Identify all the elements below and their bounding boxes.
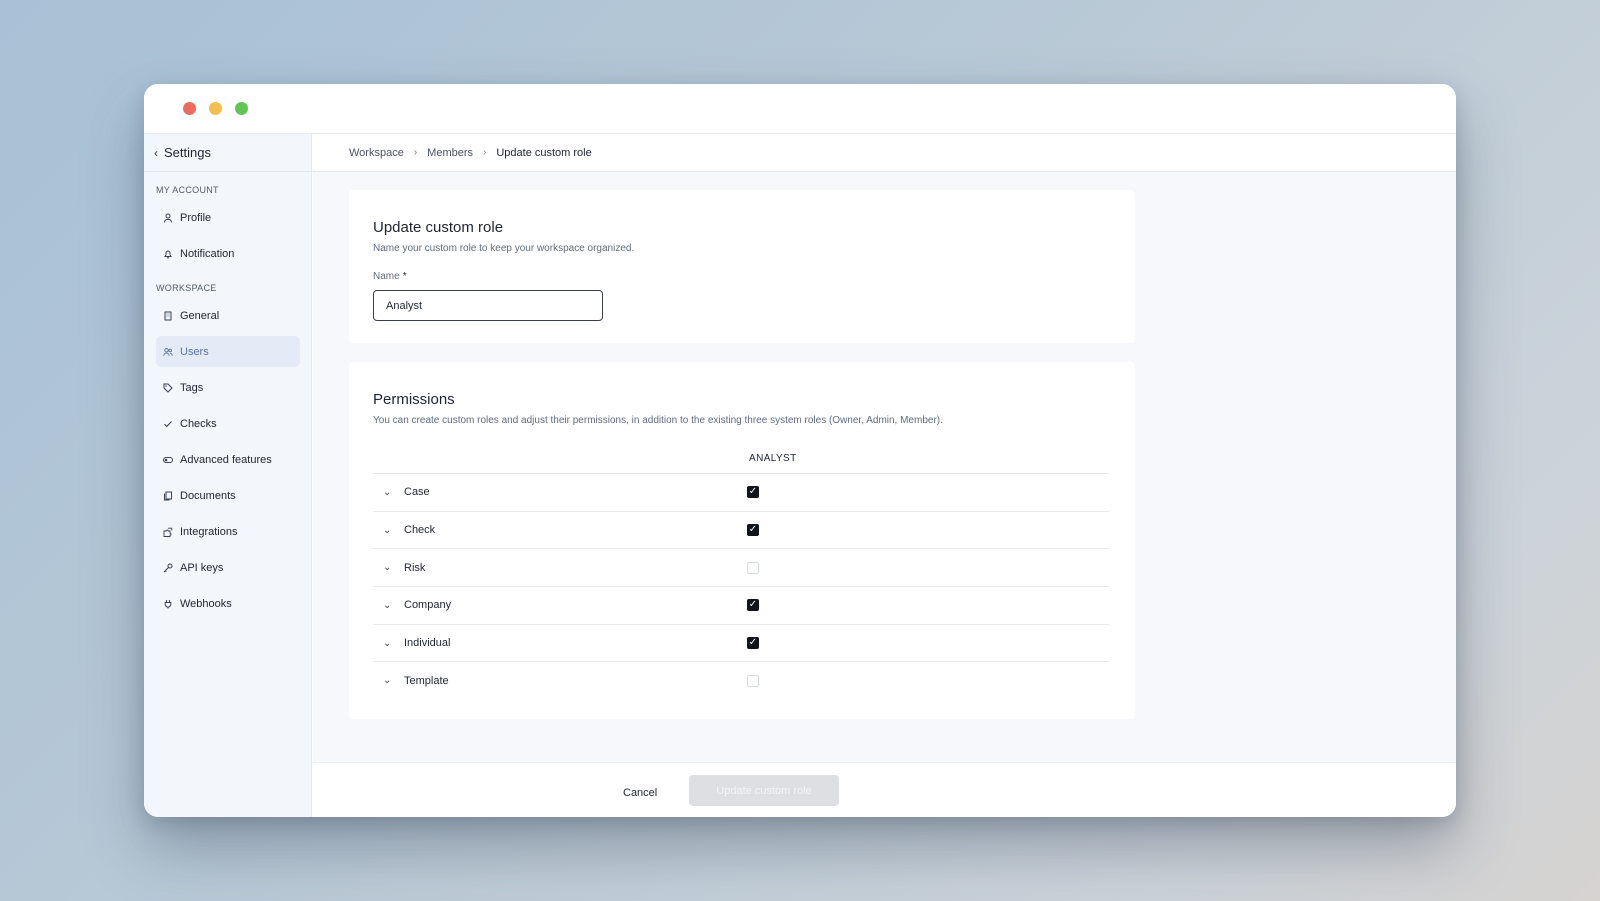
permission-row-company: ⌄ Company ✓ (373, 586, 1109, 624)
chevron-down-icon[interactable]: ⌄ (383, 562, 391, 573)
name-field-label: Name * (373, 271, 407, 282)
sidebar-item-advanced-features[interactable]: Advanced features (156, 444, 300, 475)
permission-name: Individual (404, 637, 451, 650)
permission-checkbox-case[interactable]: ✓ (747, 486, 759, 499)
chevron-down-icon[interactable]: ⌄ (383, 638, 391, 649)
card-description: Name your custom role to keep your works… (373, 243, 635, 254)
breadcrumb-workspace[interactable]: Workspace (349, 147, 404, 159)
permission-name: Case (404, 486, 430, 499)
required-asterisk: * (402, 271, 407, 282)
permission-checkbox-company[interactable]: ✓ (747, 599, 759, 612)
sidebar-item-label: General (180, 309, 220, 322)
sidebar-item-checks[interactable]: Checks (156, 408, 300, 439)
main-content: Workspace › Members › Update custom role… (313, 134, 1456, 817)
chevron-left-icon: ‹ (154, 145, 158, 160)
permissions-table: ⌄ Case ✓ ⌄ Check ✓ ⌄ Risk ⌄ Company ✓ ⌄ … (373, 473, 1109, 699)
form-footer: Cancel Update custom role (313, 762, 1456, 817)
webhook-icon (163, 599, 173, 609)
name-label-text: Name (373, 271, 400, 282)
permission-row-case: ⌄ Case ✓ (373, 473, 1109, 511)
building-icon (163, 311, 173, 321)
update-custom-role-button[interactable]: Update custom role (689, 775, 839, 806)
sidebar-item-label: Checks (180, 417, 217, 430)
section-workspace: WORKSPACE (156, 283, 217, 293)
permission-name: Check (404, 524, 436, 537)
breadcrumb-current: Update custom role (496, 146, 592, 159)
maximize-window-button[interactable] (235, 102, 248, 115)
users-icon (163, 347, 173, 357)
key-icon (163, 563, 173, 573)
role-name-card: Update custom role Name your custom role… (349, 190, 1135, 343)
sidebar-item-webhooks[interactable]: Webhooks (156, 588, 300, 619)
toggle-icon (163, 455, 173, 465)
sidebar-item-integrations[interactable]: Integrations (156, 516, 300, 547)
puzzle-icon (163, 527, 173, 537)
tag-icon (163, 383, 173, 393)
sidebar-item-notification[interactable]: Notification (156, 238, 300, 269)
bell-icon (163, 249, 173, 259)
permission-name: Company (404, 599, 452, 612)
settings-title: Settings (164, 145, 211, 160)
sidebar-item-label: Webhooks (180, 597, 232, 610)
permission-row-template: ⌄ Template (373, 661, 1109, 699)
sidebar-item-profile[interactable]: Profile (156, 202, 300, 233)
section-my-account: MY ACCOUNT (156, 185, 219, 195)
sidebar-item-label: Advanced features (180, 453, 272, 466)
sidebar-item-label: Integrations (180, 525, 238, 538)
title-bar (144, 84, 1456, 134)
sidebar-item-label: Tags (180, 381, 204, 394)
check-icon (163, 419, 173, 429)
chevron-right-icon: › (483, 147, 487, 158)
breadcrumb-members[interactable]: Members (427, 147, 473, 159)
column-header-analyst: ANALYST (749, 453, 797, 464)
permission-name: Template (404, 674, 449, 687)
breadcrumb: Workspace › Members › Update custom role (313, 134, 1456, 172)
permissions-card: Permissions You can create custom roles … (349, 362, 1135, 719)
close-window-button[interactable] (183, 102, 196, 115)
card-title: Update custom role (373, 219, 504, 236)
role-name-input[interactable] (373, 290, 603, 321)
permission-row-risk: ⌄ Risk (373, 548, 1109, 586)
minimize-window-button[interactable] (209, 102, 222, 115)
permissions-title: Permissions (373, 391, 455, 408)
sidebar-item-label: Documents (180, 489, 236, 502)
sidebar-item-label: Users (180, 345, 209, 358)
sidebar-item-label: Notification (180, 247, 235, 260)
permission-checkbox-risk[interactable] (747, 561, 759, 574)
app-window: ‹ Settings MY ACCOUNT Profile Notificati… (144, 84, 1456, 817)
permissions-description: You can create custom roles and adjust t… (373, 415, 943, 426)
permission-checkbox-template[interactable] (747, 674, 759, 687)
permission-checkbox-check[interactable]: ✓ (747, 524, 759, 537)
sidebar-item-label: Profile (180, 211, 212, 224)
chevron-down-icon[interactable]: ⌄ (383, 600, 391, 611)
cancel-button[interactable]: Cancel (609, 779, 671, 807)
chevron-right-icon: › (413, 147, 418, 158)
chevron-down-icon[interactable]: ⌄ (383, 525, 391, 536)
chevron-down-icon[interactable]: ⌄ (383, 487, 391, 498)
sidebar-item-users[interactable]: Users (156, 336, 300, 367)
settings-sidebar: ‹ Settings MY ACCOUNT Profile Notificati… (144, 134, 312, 817)
chevron-down-icon[interactable]: ⌄ (383, 675, 391, 686)
sidebar-item-label: API keys (180, 561, 224, 574)
permission-name: Risk (404, 561, 426, 574)
sidebar-item-tags[interactable]: Tags (156, 372, 300, 403)
sidebar-item-documents[interactable]: Documents (156, 480, 300, 511)
permission-row-individual: ⌄ Individual ✓ (373, 623, 1109, 662)
sidebar-item-general[interactable]: General (156, 300, 300, 331)
settings-back-button[interactable]: ‹ Settings (144, 134, 311, 172)
permission-row-check: ⌄ Check ✓ (373, 510, 1109, 549)
permission-checkbox-individual[interactable]: ✓ (747, 637, 759, 650)
sidebar-item-api-keys[interactable]: API keys (156, 552, 300, 583)
user-icon (163, 213, 173, 223)
documents-icon (163, 491, 173, 501)
